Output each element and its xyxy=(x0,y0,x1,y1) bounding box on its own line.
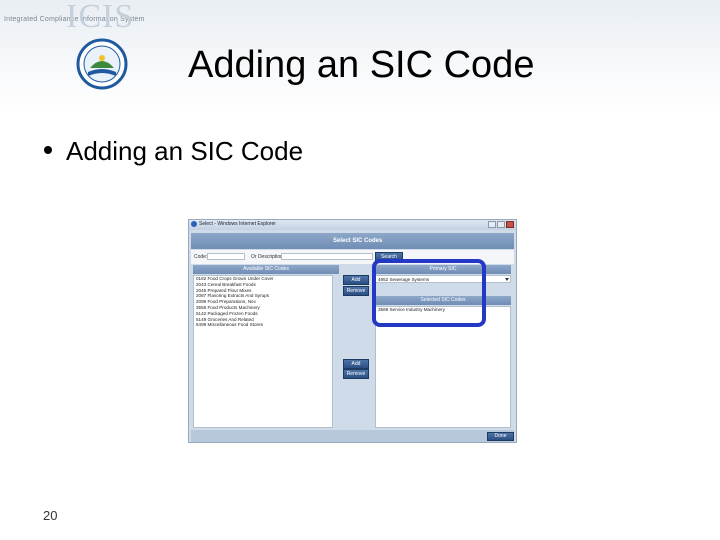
code-label: Code: xyxy=(194,254,208,260)
list-item[interactable]: 5499 Miscellaneous Food Stores xyxy=(194,322,332,328)
select-heading: Select SIC Codes xyxy=(333,238,383,244)
add-selected-button[interactable]: Add xyxy=(343,359,369,369)
window-footer xyxy=(191,430,514,442)
window-title: Select - Windows Internet Explorer xyxy=(199,221,276,227)
chevron-down-icon[interactable] xyxy=(505,278,509,281)
description-label: Or Description: xyxy=(251,254,285,260)
window-controls xyxy=(488,221,514,228)
epa-seal-icon xyxy=(76,38,128,90)
remove-selected-button[interactable]: Remove xyxy=(343,369,369,379)
browser-icon xyxy=(191,221,197,227)
bullet-dot-icon xyxy=(44,146,52,155)
maximize-icon[interactable] xyxy=(497,221,505,228)
available-header: Available SIC Codes xyxy=(193,265,339,274)
bullet-text: Adding an SIC Code xyxy=(66,136,304,166)
select-heading-bar: Select SIC Codes xyxy=(191,233,514,249)
code-input[interactable] xyxy=(207,253,245,260)
banner-logo-text: ICIS xyxy=(66,0,135,35)
minimize-icon[interactable] xyxy=(488,221,496,228)
page-number: 20 xyxy=(43,508,58,523)
sic-select-window: Select - Windows Internet Explorer Selec… xyxy=(188,219,517,443)
remove-primary-button[interactable]: Remove xyxy=(343,286,369,296)
window-title-bar: Select - Windows Internet Explorer xyxy=(189,220,516,230)
description-input[interactable] xyxy=(281,253,373,260)
add-primary-button[interactable]: Add xyxy=(343,275,369,285)
highlight-box xyxy=(372,259,486,327)
done-button[interactable]: Done xyxy=(487,432,514,441)
close-icon[interactable] xyxy=(506,221,514,228)
slide-title: Adding an SIC Code xyxy=(188,44,535,86)
bullet-item: Adding an SIC Code xyxy=(44,136,303,167)
available-list[interactable]: 0182 Food Crops Grown Under Cover 2043 C… xyxy=(193,275,333,428)
